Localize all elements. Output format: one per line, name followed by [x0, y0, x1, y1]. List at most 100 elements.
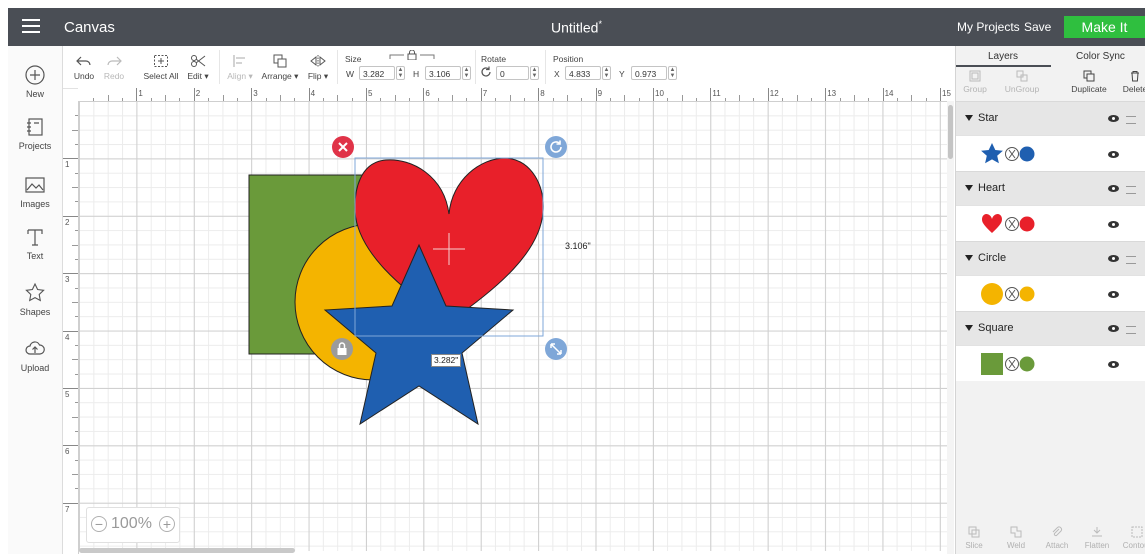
ruler-tick — [940, 88, 941, 101]
group-button[interactable]: Group — [961, 70, 989, 94]
rotate-input[interactable]: 0 — [496, 66, 529, 80]
ruler-tick — [75, 230, 78, 232]
rotate-icon — [481, 66, 491, 77]
ruler-tick — [882, 88, 884, 101]
x-position-stepper[interactable]: ▲ ▼ — [602, 66, 611, 80]
ruler-label: 2 — [195, 89, 201, 98]
duplicate-button[interactable]: Duplicate — [1066, 70, 1112, 94]
visibility-eye-icon[interactable] — [1108, 185, 1119, 192]
contour-button[interactable]: Contour — [1120, 526, 1145, 550]
redo-button[interactable]: Redo — [103, 54, 125, 81]
layer-group-circle[interactable]: Circle — [956, 241, 1145, 275]
attach-button[interactable]: Attach — [1042, 526, 1072, 550]
ruler-tick — [75, 431, 78, 433]
horizontal-scrollbar[interactable] — [79, 548, 295, 553]
layer-group-square[interactable]: Square — [956, 311, 1145, 345]
weld-label: Weld — [1006, 541, 1026, 550]
visibility-eye-icon[interactable] — [1108, 115, 1119, 122]
visibility-eye-icon[interactable] — [1108, 325, 1119, 332]
collapse-arrow-icon[interactable] — [965, 255, 973, 261]
delete-button[interactable]: Delete — [1120, 70, 1145, 94]
y-position-stepper[interactable]: ▲ ▼ — [668, 66, 677, 80]
tab-layers[interactable]: Layers — [988, 51, 1018, 62]
rotate-stepper[interactable]: ▲ ▼ — [530, 66, 539, 80]
width-input[interactable]: 3.282 — [359, 66, 395, 80]
ruler-label: 8 — [540, 89, 545, 98]
layer-item-square[interactable] — [956, 345, 1145, 381]
visibility-eye-icon[interactable] — [1108, 291, 1119, 298]
ruler-tick — [75, 201, 78, 203]
top-bar: Canvas Untitled* My Projects Save Make I… — [8, 8, 1145, 46]
arrange-label: Arrange — [261, 71, 292, 81]
images-button[interactable]: Images — [8, 174, 62, 209]
collapse-arrow-icon[interactable] — [965, 115, 973, 121]
layer-menu-icon[interactable] — [1126, 116, 1136, 124]
delete-handle[interactable] — [332, 136, 354, 158]
position-label: Position — [553, 54, 584, 64]
height-input[interactable]: 3.106 — [425, 66, 461, 80]
design-canvas[interactable]: 3.106" 3.282" — [79, 101, 947, 551]
square-layer-thumbnail — [981, 353, 1035, 375]
slice-button[interactable]: Slice — [962, 526, 986, 550]
rotate-handle[interactable] — [545, 136, 567, 158]
shapes-button[interactable]: Shapes — [8, 282, 62, 317]
layer-item-circle[interactable] — [956, 275, 1145, 311]
document-title[interactable]: Untitled — [551, 20, 598, 36]
flatten-button[interactable]: Flatten — [1080, 526, 1114, 550]
layer-menu-icon[interactable] — [1126, 326, 1136, 334]
weld-icon — [1010, 526, 1022, 538]
tab-color-sync[interactable]: Color Sync — [1076, 51, 1125, 62]
new-button[interactable]: New — [8, 64, 62, 99]
layer-menu-icon[interactable] — [1126, 256, 1136, 264]
ruler-tick — [75, 459, 78, 461]
y-position-input[interactable]: 0.973 — [631, 66, 667, 80]
projects-button[interactable]: Projects — [8, 116, 62, 151]
projects-label: Projects — [18, 141, 52, 151]
collapse-arrow-icon[interactable] — [965, 185, 973, 191]
ruler-tick — [480, 88, 482, 101]
zoom-out-button[interactable]: − — [91, 516, 107, 532]
layer-item-heart[interactable] — [956, 205, 1145, 241]
ungroup-button[interactable]: UnGroup — [1002, 70, 1042, 94]
x-position-input[interactable]: 4.833 — [565, 66, 601, 80]
visibility-eye-icon[interactable] — [1108, 151, 1119, 158]
undo-button[interactable]: Undo — [73, 54, 95, 81]
layer-group-heart[interactable]: Heart — [956, 171, 1145, 205]
ruler-label: 10 — [655, 89, 664, 98]
resize-handle[interactable] — [545, 338, 567, 360]
ruler-tick — [710, 88, 712, 101]
flip-dropdown[interactable]: Flip ▾ — [305, 54, 331, 82]
ruler-label: 14 — [884, 89, 894, 98]
width-stepper[interactable]: ▲ ▼ — [396, 66, 405, 80]
slice-label: Slice — [965, 541, 983, 550]
trash-icon — [1131, 71, 1139, 82]
save-link[interactable]: Save — [1024, 20, 1051, 34]
visibility-eye-icon[interactable] — [1108, 221, 1119, 228]
vertical-scrollbar[interactable] — [947, 101, 954, 554]
visibility-eye-icon[interactable] — [1108, 255, 1119, 262]
flatten-label: Flatten — [1084, 541, 1110, 550]
arrange-dropdown[interactable]: Arrange ▾ — [261, 54, 299, 82]
zoom-in-button[interactable]: + — [159, 516, 175, 532]
y-label: Y — [619, 69, 625, 79]
ruler-tick — [63, 215, 78, 217]
lock-handle[interactable] — [331, 338, 353, 360]
collapse-arrow-icon[interactable] — [965, 325, 973, 331]
hamburger-menu-icon[interactable] — [22, 19, 40, 35]
weld-button[interactable]: Weld — [1004, 526, 1028, 550]
height-stepper[interactable]: ▲ ▼ — [462, 66, 471, 80]
select-all-button[interactable]: Select All — [143, 54, 179, 81]
my-projects-link[interactable]: My Projects — [957, 20, 1020, 34]
visibility-eye-icon[interactable] — [1108, 361, 1119, 368]
make-it-button[interactable]: Make It — [1064, 16, 1145, 38]
upload-button[interactable]: Upload — [8, 338, 62, 373]
edit-dropdown[interactable]: Edit ▾ — [185, 54, 211, 82]
lock-proportions-icon[interactable] — [388, 50, 436, 60]
text-button[interactable]: Text — [8, 226, 62, 261]
align-dropdown[interactable]: Align ▾ — [227, 54, 253, 82]
layer-menu-icon[interactable] — [1126, 186, 1136, 194]
layer-group-star[interactable]: Star — [956, 101, 1145, 135]
arrange-icon — [273, 54, 287, 68]
layer-item-star[interactable] — [956, 135, 1145, 171]
app-title: Canvas — [64, 19, 115, 36]
